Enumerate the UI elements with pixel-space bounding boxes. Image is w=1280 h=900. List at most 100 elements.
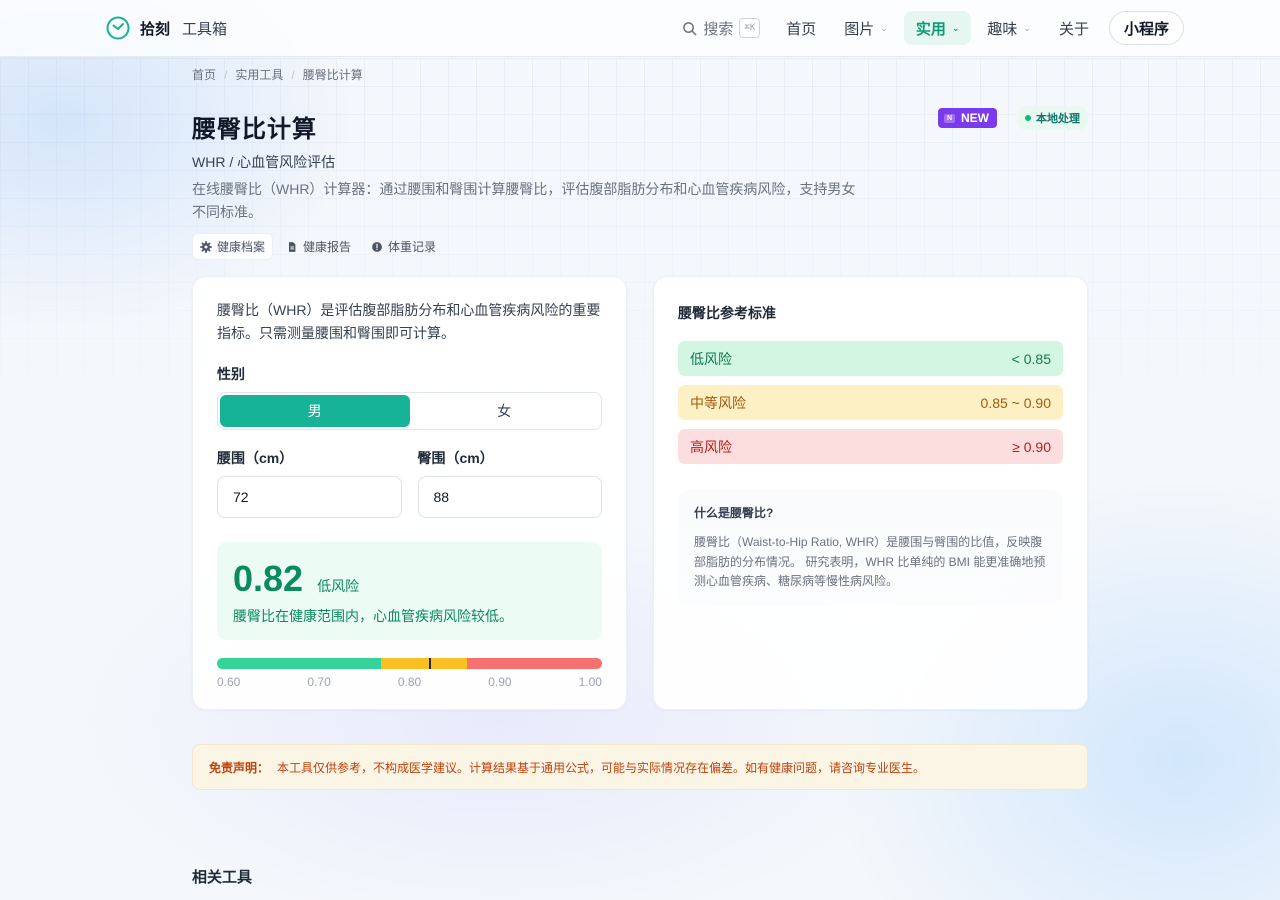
waist-field-group: 腰围（cm） 72 bbox=[217, 448, 402, 518]
gauge-tick: 0.70 bbox=[307, 675, 331, 689]
chip-health-report-label: 健康报告 bbox=[303, 240, 352, 254]
reference-level: 高风险 bbox=[690, 438, 732, 455]
cards-row: 腰臀比（WHR）是评估腹部脂肪分布和心血管疾病风险的重要指标。只需测量腰围和臀围… bbox=[192, 276, 1088, 710]
gauge-segment bbox=[467, 658, 602, 669]
calculator-intro: 腰臀比（WHR）是评估腹部脂肪分布和心血管疾病风险的重要指标。只需测量腰围和臀围… bbox=[217, 302, 601, 341]
local-processing-label: 本地处理 bbox=[1036, 113, 1080, 125]
related-tools-title: 相关工具 bbox=[192, 869, 253, 886]
search-icon bbox=[683, 21, 697, 35]
gauge-ticks: 0.60 0.70 0.80 0.90 1.00 bbox=[217, 675, 602, 689]
new-badge: N NEW bbox=[937, 108, 997, 128]
breadcrumb: 首页 / 实用工具 / 腰臀比计算 bbox=[192, 66, 1088, 83]
disclaimer: 免责声明： 本工具仅供参考，不构成医学建议。计算结果基于通用公式，可能与实际情况… bbox=[192, 744, 1088, 790]
search-button[interactable]: 搜索 ⌘K bbox=[672, 11, 770, 45]
breadcrumb-separator: / bbox=[291, 67, 295, 82]
site-logo[interactable]: 拾刻 工具箱 bbox=[106, 16, 227, 40]
nav-images-label: 图片 bbox=[844, 20, 875, 38]
nav-home[interactable]: 首页 bbox=[774, 11, 828, 45]
reference-card: 腰臀比参考标准 低风险 < 0.85 中等风险 0.85 ~ 0.90 高风险 … bbox=[653, 276, 1088, 710]
reference-title: 腰臀比参考标准 bbox=[678, 305, 776, 321]
gauge-tick: 0.90 bbox=[488, 675, 512, 689]
waist-input[interactable]: 72 bbox=[217, 476, 402, 518]
badges: N NEW 本地处理 bbox=[937, 106, 1088, 130]
brand-name: 拾刻 bbox=[140, 20, 171, 38]
nav-about[interactable]: 关于 bbox=[1047, 11, 1101, 45]
status-dot-icon bbox=[1025, 115, 1031, 121]
nav-fun-label: 趣味 bbox=[987, 20, 1018, 38]
gender-female-option[interactable]: 女 bbox=[410, 395, 600, 427]
calculator-card: 腰臀比（WHR）是评估腹部脂肪分布和心血管疾病风险的重要指标。只需测量腰围和臀围… bbox=[192, 276, 627, 710]
reference-range: 0.85 ~ 0.90 bbox=[980, 394, 1051, 411]
whr-gauge: 0.60 0.70 0.80 0.90 1.00 bbox=[217, 658, 602, 689]
top-header: 拾刻 工具箱 搜索 ⌘K 首页 图片 ⌄ 实用 ⌄ 趣味 ⌄ 关于 小程序 bbox=[0, 0, 1280, 57]
page: 拾刻 工具箱 搜索 ⌘K 首页 图片 ⌄ 实用 ⌄ 趣味 ⌄ 关于 小程序 首页… bbox=[0, 0, 1280, 900]
disclaimer-text: 本工具仅供参考，不构成医学建议。计算结果基于通用公式，可能与实际情况存在偏差。如… bbox=[277, 760, 926, 775]
chip-weight-record[interactable]: 体重记录 bbox=[364, 233, 443, 260]
result-value: 0.82 bbox=[233, 558, 304, 599]
breadcrumb-home[interactable]: 首页 bbox=[192, 66, 216, 83]
reference-level: 低风险 bbox=[690, 350, 732, 367]
gauge-segment bbox=[217, 658, 381, 669]
chip-health-report[interactable]: 健康报告 bbox=[279, 233, 358, 260]
nav-about-label: 关于 bbox=[1058, 20, 1089, 38]
hip-input[interactable]: 88 bbox=[417, 476, 602, 518]
measurement-inputs: 腰围（cm） 72 臀围（cm） 88 bbox=[217, 448, 602, 518]
main-nav: 搜索 ⌘K 首页 图片 ⌄ 实用 ⌄ 趣味 ⌄ 关于 小程序 bbox=[672, 11, 1184, 45]
nav-images[interactable]: 图片 ⌄ bbox=[832, 11, 900, 45]
result-panel: 0.82 低风险 腰臀比在健康范围内，心血管疾病风险较低。 bbox=[217, 542, 602, 640]
hip-field-group: 臀围（cm） 88 bbox=[417, 448, 602, 518]
gauge-tick: 1.00 bbox=[578, 675, 602, 689]
gauge-segment bbox=[380, 658, 468, 669]
gauge-tick: 0.80 bbox=[397, 675, 422, 689]
gauge-marker bbox=[428, 658, 431, 669]
nav-home-label: 首页 bbox=[786, 20, 817, 38]
disclaimer-label: 免责声明： bbox=[209, 760, 270, 775]
gauge-bar bbox=[217, 658, 602, 669]
result-message: 腰臀比在健康范围内，心血管疾病风险较低。 bbox=[233, 608, 513, 624]
nav-practical-label: 实用 bbox=[915, 20, 946, 38]
breadcrumb-separator: / bbox=[224, 67, 228, 82]
breadcrumb-practical[interactable]: 实用工具 bbox=[235, 66, 283, 83]
quick-links: 健康档案 健康报告 体重记录 bbox=[192, 233, 1088, 260]
new-badge-icon: N bbox=[943, 113, 955, 123]
gender-toggle: 男 女 bbox=[217, 392, 602, 430]
chip-health-profile[interactable]: 健康档案 bbox=[192, 233, 274, 260]
title-row: 腰臀比计算 N NEW 本地处理 bbox=[192, 106, 1088, 144]
gender-male-option[interactable]: 男 bbox=[220, 395, 410, 427]
nav-practical[interactable]: 实用 ⌄ bbox=[903, 11, 972, 45]
mini-program-button[interactable]: 小程序 bbox=[1108, 11, 1184, 45]
reference-row-medium: 中等风险 0.85 ~ 0.90 bbox=[678, 385, 1063, 420]
page-subtitle: WHR / 心血管风险评估 bbox=[192, 154, 336, 170]
nav-fun[interactable]: 趣味 ⌄ bbox=[975, 11, 1043, 45]
chevron-down-icon: ⌄ bbox=[951, 22, 960, 33]
page-description: 在线腰臀比（WHR）计算器：通过腰围和臀围计算腰臀比，评估腹部脂肪分布和心血管疾… bbox=[192, 181, 856, 220]
alert-circle-icon bbox=[372, 241, 382, 252]
reference-level: 中等风险 bbox=[690, 394, 746, 411]
hip-label: 臀围（cm） bbox=[417, 450, 494, 466]
info-title: 什么是腰臀比? bbox=[694, 506, 774, 520]
main-content: 首页 / 实用工具 / 腰臀比计算 腰臀比计算 N NEW 本地处理 WHR /… bbox=[192, 66, 1088, 900]
gauge-tick: 0.60 bbox=[217, 675, 241, 689]
new-badge-label: NEW bbox=[961, 111, 989, 125]
reference-range: ≥ 0.90 bbox=[1012, 438, 1051, 455]
info-text: 腰臀比（Waist-to-Hip Ratio, WHR）是腰围与臀围的比值，反映… bbox=[694, 535, 1046, 588]
chevron-down-icon: ⌄ bbox=[880, 22, 888, 33]
chevron-down-icon: ⌄ bbox=[1023, 22, 1031, 33]
gear-icon bbox=[200, 240, 212, 253]
clock-logo-icon bbox=[106, 16, 130, 40]
waist-label: 腰围（cm） bbox=[217, 450, 294, 466]
local-processing-badge: 本地处理 bbox=[1017, 106, 1088, 130]
chip-health-profile-label: 健康档案 bbox=[217, 240, 266, 254]
reference-row-high: 高风险 ≥ 0.90 bbox=[678, 429, 1063, 464]
reference-row-low: 低风险 < 0.85 bbox=[678, 341, 1063, 376]
chip-weight-record-label: 体重记录 bbox=[388, 240, 437, 254]
document-icon bbox=[289, 241, 296, 252]
info-box: 什么是腰臀比? 腰臀比（Waist-to-Hip Ratio, WHR）是腰围与… bbox=[678, 490, 1063, 606]
search-shortcut: ⌘K bbox=[739, 18, 761, 38]
reference-range: < 0.85 bbox=[1011, 350, 1051, 367]
result-level: 低风险 bbox=[317, 578, 360, 594]
gender-label: 性别 bbox=[217, 366, 245, 382]
breadcrumb-current: 腰臀比计算 bbox=[302, 68, 363, 82]
brand-subtitle: 工具箱 bbox=[182, 20, 228, 38]
search-label: 搜索 bbox=[703, 20, 734, 38]
